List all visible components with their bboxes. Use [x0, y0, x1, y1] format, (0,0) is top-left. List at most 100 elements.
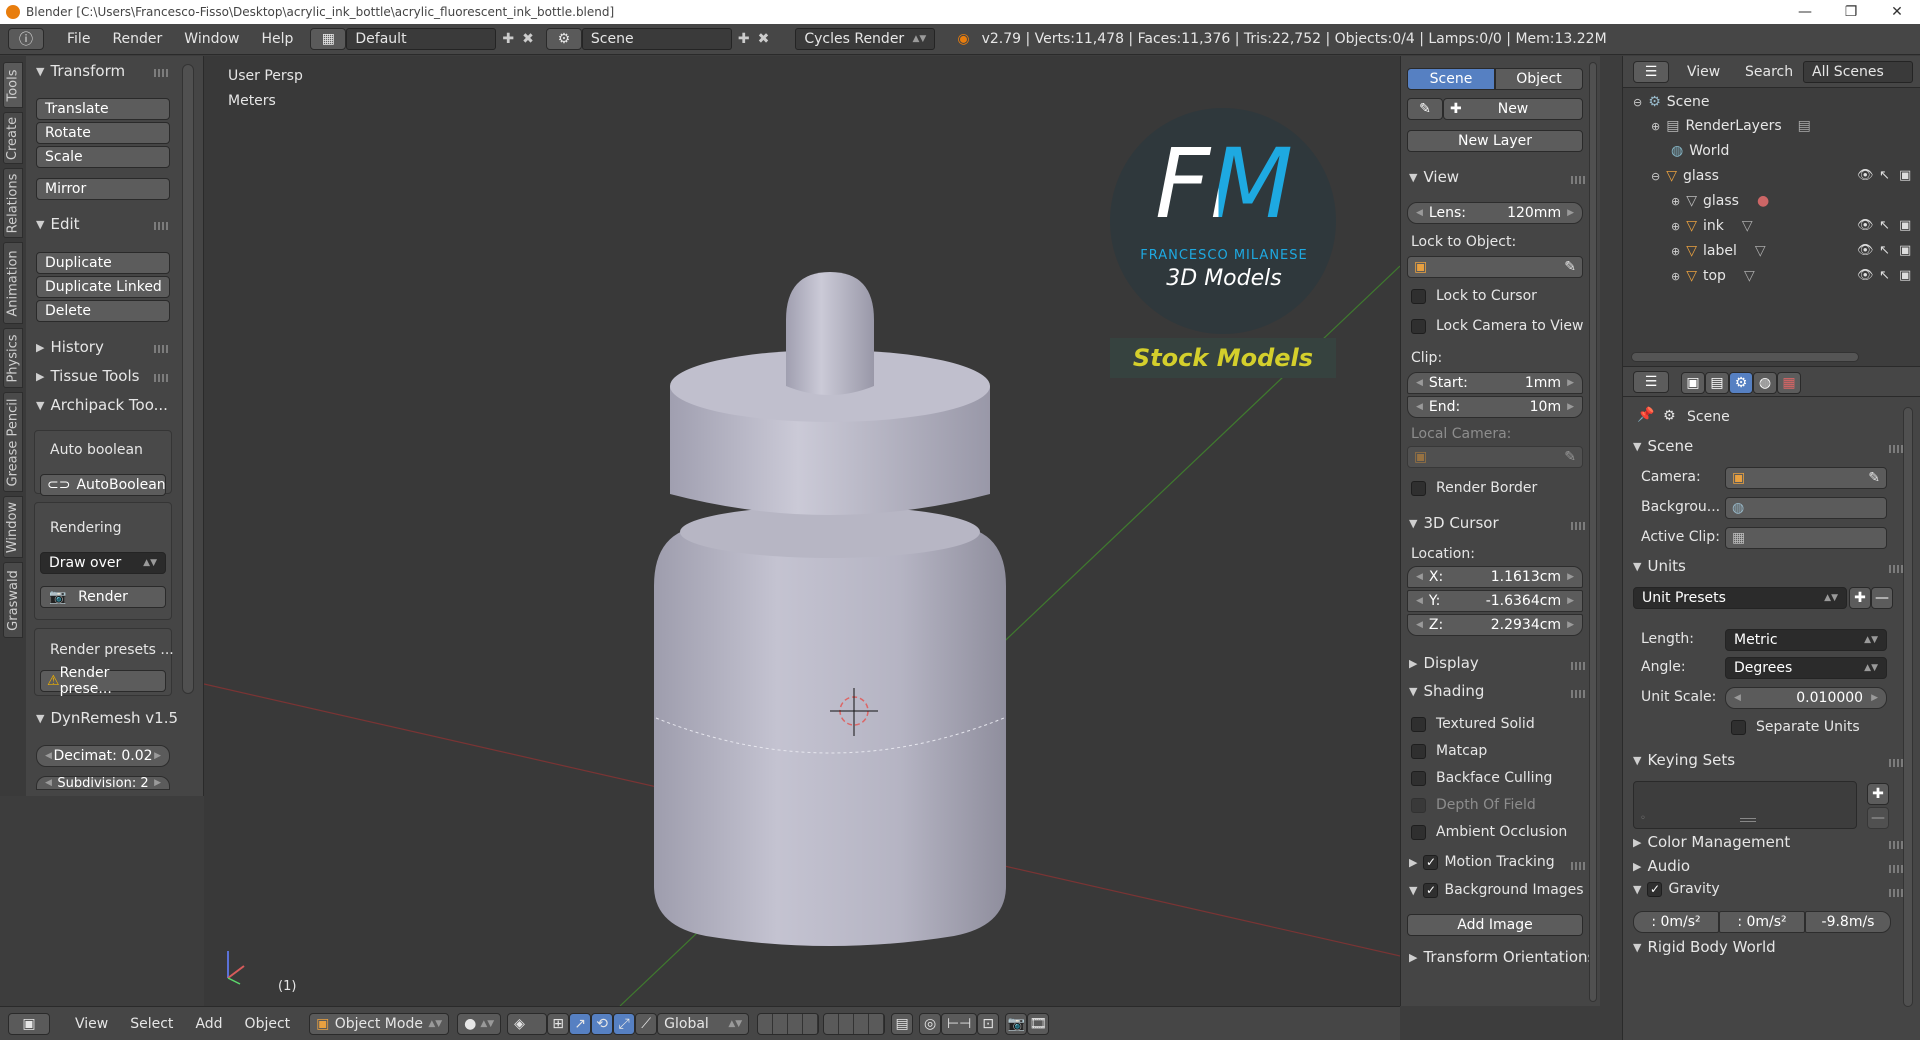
outliner-item-glass-mesh[interactable]: ⊕ ▽ glass ● [1671, 193, 1769, 209]
outliner-item-top[interactable]: ⊕ ▽ top ▽ [1671, 268, 1755, 284]
panel-grip-icon[interactable] [154, 345, 170, 353]
panel-grip-icon[interactable] [1571, 522, 1587, 530]
menu-help[interactable]: Help [250, 31, 304, 47]
outliner-item-ink[interactable]: ⊕ ▽ ink ▽ [1671, 218, 1753, 234]
active-clip-field[interactable]: ▦ [1725, 527, 1887, 549]
depth-of-field-checkbox[interactable]: Depth Of Field [1411, 797, 1536, 813]
scene-selector[interactable]: ⚙ [545, 28, 582, 50]
mirror-button[interactable]: Mirror [36, 178, 170, 200]
history-panel-header[interactable]: ▶ History [36, 338, 104, 356]
decimate-field[interactable]: ◀ Decimat: 0.02 ▶ [36, 745, 170, 767]
transform-orientations-header[interactable]: ▶ Transform Orientations [1409, 948, 1595, 966]
remove-scene-icon[interactable]: ✖ [758, 31, 770, 47]
eye-icon[interactable]: 👁 [1857, 218, 1874, 233]
draw-over-dropdown[interactable]: Draw over ▲▼ [40, 552, 166, 574]
delete-button[interactable]: Delete [36, 300, 170, 322]
dynremesh-panel-header[interactable]: ▼ DynRemesh v1.5 [36, 709, 178, 727]
unit-presets-dropdown[interactable]: Unit Presets ▲▼ [1633, 587, 1847, 609]
add-layout-icon[interactable]: ✚ [502, 31, 514, 47]
lock-object-field[interactable]: ▣ ✎ [1407, 256, 1583, 278]
new-layer-button[interactable]: New Layer [1407, 130, 1583, 152]
camera-render-icon[interactable]: ▣ [1899, 268, 1911, 283]
edit-panel-header[interactable]: ▼ Edit [36, 215, 80, 233]
cursor-select-icon[interactable]: ↖ [1879, 243, 1890, 258]
menu-view[interactable]: View [64, 1016, 119, 1032]
scene-panel-header[interactable]: ▼ Scene [1633, 437, 1693, 455]
3d-view-editor-icon[interactable]: ▣ [8, 1012, 50, 1035]
outliner-item-world[interactable]: ◍ World [1671, 143, 1729, 159]
snap-element-icon[interactable]: ⊢⊣ [941, 1012, 978, 1035]
pivot-dropdown[interactable]: ◈ [507, 1012, 548, 1035]
opengl-anim-icon[interactable]: 🎞 [1027, 1012, 1050, 1035]
scene-tab-icon[interactable]: ⚙ [1729, 372, 1753, 394]
outliner-editor-icon[interactable]: ☰ [1633, 61, 1669, 83]
render-engine-dropdown[interactable]: Cycles Render ▲▼ [795, 28, 936, 50]
mode-dropdown[interactable]: ▣ Object Mode ▲▼ [309, 1012, 450, 1035]
tab-grease-pencil[interactable]: Grease Pencil [3, 392, 23, 492]
panel-grip-icon[interactable] [1571, 690, 1587, 698]
render-layers-tab-icon[interactable]: ▤ [1705, 372, 1729, 394]
panel-grip-icon[interactable] [154, 69, 170, 77]
add-scene-icon[interactable]: ✚ [738, 31, 750, 47]
eye-icon[interactable]: 👁 [1857, 268, 1874, 283]
pin-icon[interactable]: 📌 [1637, 407, 1654, 423]
texture-tab-icon[interactable]: ▦ [1777, 372, 1801, 394]
local-camera-field[interactable]: ▣ ✎ [1407, 446, 1583, 468]
eye-icon[interactable]: 👁 [1857, 168, 1874, 183]
outliner-filter[interactable]: All Scenes [1803, 61, 1913, 83]
panel-grip-icon[interactable] [1571, 862, 1587, 870]
opengl-render-icon[interactable]: 📷 [1005, 1012, 1028, 1035]
tab-tools[interactable]: Tools [3, 62, 23, 108]
outliner-item-label[interactable]: ⊕ ▽ label ▽ [1671, 243, 1766, 259]
clip-end-field[interactable]: ◀ End: 10m ▶ [1407, 396, 1583, 418]
remove-layout-icon[interactable]: ✖ [522, 31, 534, 47]
color-management-header[interactable]: ▶ Color Management [1633, 833, 1790, 851]
subdivision-field[interactable]: ◀ Subdivision: 2 ▶ [36, 776, 170, 790]
eyedropper-icon[interactable]: ✎ [1564, 259, 1576, 275]
lock-cursor-checkbox[interactable]: Lock to Cursor [1411, 288, 1537, 304]
eye-icon[interactable]: 👁 [1857, 243, 1874, 258]
units-panel-header[interactable]: ▼ Units [1633, 557, 1686, 575]
layout-name-field[interactable]: Default [346, 28, 497, 50]
add-preset-icon[interactable]: ✚ [1849, 587, 1871, 609]
archipack-panel-header[interactable]: ▼ Archipack Too... [36, 396, 168, 414]
list-resize-grip[interactable] [1740, 818, 1756, 822]
menu-file[interactable]: File [56, 31, 101, 47]
panel-grip-icon[interactable] [154, 222, 170, 230]
remove-keying-set-icon[interactable]: — [1867, 807, 1889, 829]
render-presets-button[interactable]: ⚠ Render prese... [40, 665, 166, 697]
editor-type-button[interactable]: ⓘ [8, 28, 44, 50]
add-image-button[interactable]: Add Image [1407, 914, 1583, 936]
menu-window[interactable]: Window [173, 31, 250, 47]
tab-scene[interactable]: Scene [1407, 68, 1495, 90]
layer-lock-icon[interactable]: ▤ [891, 1012, 914, 1035]
matcap-checkbox[interactable]: Matcap [1411, 743, 1487, 759]
display-panel-header[interactable]: ▶ Display [1409, 654, 1479, 672]
background-field[interactable]: ◍ [1725, 497, 1887, 519]
render-border-checkbox[interactable]: Render Border [1411, 480, 1537, 496]
menu-add[interactable]: Add [184, 1016, 233, 1032]
duplicate-linked-button[interactable]: Duplicate Linked [36, 276, 170, 298]
grease-pencil-icon[interactable]: ✎ [1407, 98, 1443, 120]
rigid-body-header[interactable]: ▼ Rigid Body World [1633, 939, 1776, 955]
cursor-select-icon[interactable]: ↖ [1879, 218, 1890, 233]
3d-viewport[interactable]: User Persp Meters (1) FM FRANCESCO MILAN… [204, 56, 1400, 1006]
angle-dropdown[interactable]: Degrees ▲▼ [1725, 657, 1887, 679]
rotate-manipulator-icon[interactable]: ⟲ [591, 1012, 614, 1035]
close-button[interactable]: ✕ [1874, 4, 1920, 20]
keying-sets-header[interactable]: ▼ Keying Sets [1633, 751, 1735, 769]
menu-object[interactable]: Object [234, 1016, 302, 1032]
gravity-header[interactable]: ▼ ✓ Gravity [1633, 881, 1720, 897]
cursor-x-field[interactable]: ◀ X: 1.1613cm ▶ [1407, 566, 1583, 588]
cursor-y-field[interactable]: ◀ Y: -1.6364cm ▶ [1407, 590, 1583, 612]
manipulator-toggle-icon[interactable]: ⊞ [547, 1012, 570, 1035]
background-images-header[interactable]: ▼ ✓ Background Images [1409, 882, 1584, 898]
toolshelf-scrollbar[interactable] [182, 64, 194, 694]
camera-field[interactable]: ▣ ✎ [1725, 467, 1887, 489]
world-tab-icon[interactable]: ◍ [1753, 372, 1777, 394]
tab-window[interactable]: Window [3, 496, 23, 558]
gravity-x-field[interactable]: : 0m/s² [1633, 911, 1719, 933]
length-dropdown[interactable]: Metric ▲▼ [1725, 629, 1887, 651]
scale-manipulator-icon[interactable]: ⤢ [613, 1012, 636, 1035]
outliner-item-scene[interactable]: ⊖ ⚙ Scene [1633, 94, 1709, 110]
